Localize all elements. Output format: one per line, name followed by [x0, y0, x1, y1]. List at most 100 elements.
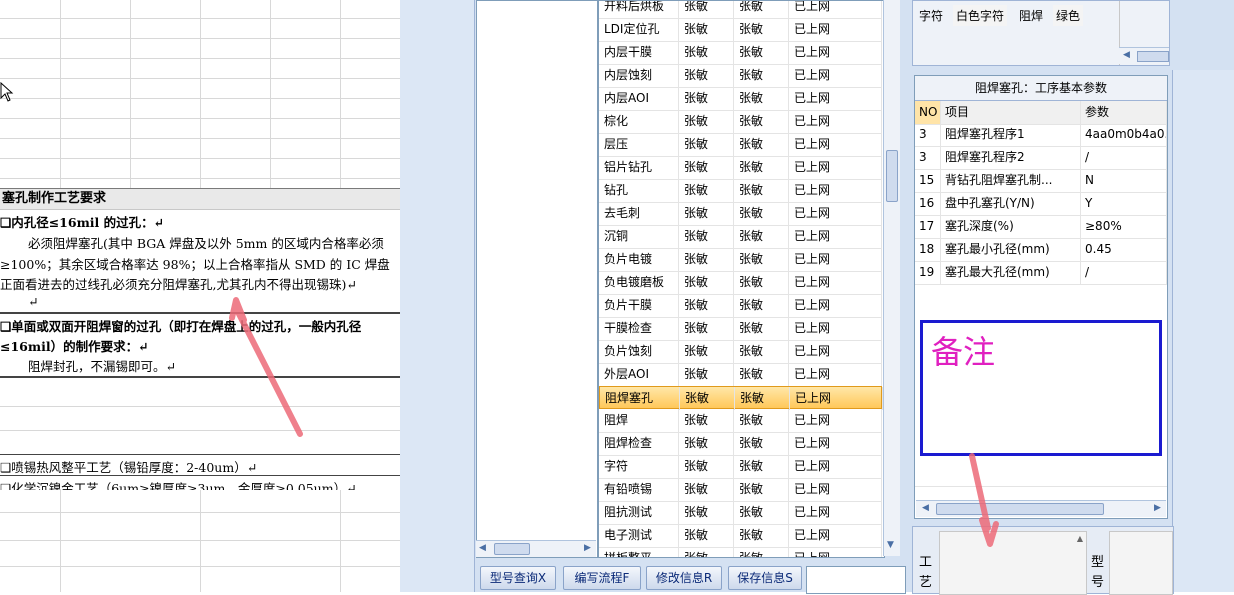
param-cell-value: N	[1081, 169, 1167, 192]
grid-line	[0, 158, 400, 159]
param-row[interactable]: 3 阻焊塞孔程序2/	[915, 146, 1167, 170]
write-flow-button[interactable]: 编写流程F	[563, 566, 641, 590]
process-row[interactable]: 内层AOI 张敏 张敏 已上网	[599, 87, 882, 111]
process-row[interactable]: 阻焊 张敏 张敏 已上网	[599, 409, 882, 433]
grid-line	[130, 0, 131, 188]
process-row[interactable]: 开料后烘板 张敏 张敏 已上网	[599, 1, 882, 19]
process-row-selected[interactable]: 阻焊塞孔 张敏 张敏 已上网	[599, 386, 883, 410]
doc-line: 必须阻焊塞孔(其中 BGA 焊盘及以外 5mm 的区域内合格率必须	[28, 236, 384, 251]
scroll-down-icon[interactable]: ▼	[887, 540, 894, 550]
process-row[interactable]: 拼板整平 张敏 张敏 已上网	[599, 547, 882, 557]
process-row[interactable]: 钻孔 张敏 张敏 已上网	[599, 179, 882, 203]
process-row[interactable]: 内层干膜 张敏 张敏 已上网	[599, 41, 882, 65]
process-row[interactable]: 字符 张敏 张敏 已上网	[599, 455, 882, 479]
process-row[interactable]: 负片电镀 张敏 张敏 已上网	[599, 248, 882, 272]
param-cell-value: 0.45	[1081, 238, 1167, 261]
doc-divider	[0, 454, 400, 455]
param-row[interactable]: 18 塞孔最小孔径(mm) 0.45	[915, 238, 1167, 262]
scroll-thumb[interactable]	[886, 150, 898, 202]
process-cell-status: 已上网	[789, 432, 882, 455]
param-cell-value: ≥80%	[1081, 215, 1167, 238]
process-cell-name: 阻焊检查	[599, 432, 679, 455]
param-cell-item: 塞孔最大孔径(mm)	[941, 261, 1081, 284]
process-cell-b: 张敏	[734, 547, 789, 557]
horizontal-scrollbar[interactable]: ◀ ▶	[476, 540, 596, 557]
param-row[interactable]: 3 阻焊塞孔程序1 4aa0m0b4a0.c	[915, 123, 1167, 147]
process-table[interactable]: 开料后烘板 张敏 张敏 已上网 LDI定位孔 张敏 张敏 已上网 内层干膜 张敏 张敏 已上网 内层蚀刻…	[598, 0, 885, 558]
process-cell-status: 已上网	[789, 202, 882, 225]
process-cell-b: 张敏	[734, 133, 789, 156]
grid-line	[340, 0, 341, 188]
process-cell-a: 张敏	[679, 455, 734, 478]
grid-line	[60, 490, 61, 592]
process-cell-b: 张敏	[734, 156, 789, 179]
horizontal-scrollbar[interactable]: ◀	[1119, 47, 1169, 64]
scroll-thumb[interactable]	[494, 543, 530, 555]
process-cell-status: 已上网	[789, 478, 882, 501]
process-row[interactable]: 内层蚀刻 张敏 张敏 已上网	[599, 64, 882, 88]
scroll-right-icon[interactable]: ▶	[1154, 503, 1161, 513]
process-row[interactable]: 去毛刺 张敏 张敏 已上网	[599, 202, 882, 226]
process-cell-b: 张敏	[734, 1, 789, 18]
splitter-pane	[400, 0, 475, 592]
grid-line	[0, 58, 400, 59]
param-cell-no: 18	[915, 238, 941, 261]
model-query-button[interactable]: 型号查询X	[480, 566, 556, 590]
param-cell-item: 塞孔最小孔径(mm)	[941, 238, 1081, 261]
process-cell-a: 张敏	[679, 317, 734, 340]
process-cell-a: 张敏	[680, 387, 735, 410]
process-row[interactable]: 负片干膜 张敏 张敏 已上网	[599, 294, 882, 318]
horizontal-scrollbar[interactable]: ◀ ▶	[916, 500, 1166, 517]
scroll-left-icon[interactable]: ◀	[479, 543, 486, 553]
process-cell-b: 张敏	[734, 340, 789, 363]
scroll-left-icon[interactable]: ◀	[922, 503, 929, 513]
remark-box[interactable]: 备注	[920, 320, 1162, 456]
param-cell-item: 阻焊塞孔程序1	[941, 123, 1081, 146]
process-row[interactable]: 阻焊检查 张敏 张敏 已上网	[599, 432, 882, 456]
modify-info-button[interactable]: 修改信息R	[646, 566, 722, 590]
process-cell-b: 张敏	[734, 501, 789, 524]
doc-line: ❑化学沉镍金工艺（6um≥镍厚度≥3um，金厚度≥0.05um）↵	[0, 481, 357, 490]
vertical-scrollbar[interactable]: ▼	[883, 0, 900, 556]
process-cell-b: 张敏	[734, 271, 789, 294]
process-cell-b: 张敏	[734, 478, 789, 501]
param-row[interactable]: 16 盘中孔塞孔(Y/N) Y	[915, 192, 1167, 216]
process-row[interactable]: 棕化 张敏 张敏 已上网	[599, 110, 882, 134]
process-cell-status: 已上网	[789, 455, 882, 478]
scroll-thumb[interactable]	[1137, 51, 1169, 62]
process-cell-status: 已上网	[789, 225, 882, 248]
process-row[interactable]: 干膜检查 张敏 张敏 已上网	[599, 317, 882, 341]
process-row[interactable]: 层压 张敏 张敏 已上网	[599, 133, 882, 157]
scroll-thumb[interactable]	[936, 503, 1104, 515]
search-input[interactable]	[806, 566, 906, 594]
process-row[interactable]: 阻抗测试 张敏 张敏 已上网	[599, 501, 882, 525]
process-cell-a: 张敏	[679, 64, 734, 87]
craft-textarea[interactable]: ▲	[939, 531, 1087, 595]
doc-divider	[0, 475, 400, 476]
model-field[interactable]	[1109, 531, 1173, 595]
attr-value: 绿色	[1053, 5, 1084, 26]
process-row[interactable]: 沉铜 张敏 张敏 已上网	[599, 225, 882, 249]
param-row[interactable]: 19 塞孔最大孔径(mm) /	[915, 261, 1167, 285]
process-cell-b: 张敏	[734, 455, 789, 478]
process-row[interactable]: 有铅喷锡 张敏 张敏 已上网	[599, 478, 882, 502]
grid-line	[0, 118, 400, 119]
scroll-left-icon[interactable]: ◀	[1123, 50, 1130, 60]
save-info-button[interactable]: 保存信息S	[728, 566, 802, 590]
process-row[interactable]: 铝片钻孔 张敏 张敏 已上网	[599, 156, 882, 180]
process-row[interactable]: 外层AOI 张敏 张敏 已上网	[599, 363, 882, 387]
model-list[interactable]	[476, 0, 598, 558]
param-row[interactable]: 17 塞孔深度(%) ≥80%	[915, 215, 1167, 239]
process-cell-a: 张敏	[679, 225, 734, 248]
scroll-right-icon[interactable]: ▶	[584, 543, 591, 553]
param-row[interactable]: 15 背钻孔阻焊塞孔制... N	[915, 169, 1167, 193]
process-row[interactable]: LDI定位孔 张敏 张敏 已上网	[599, 18, 882, 42]
process-row[interactable]: 负电镀磨板 张敏 张敏 已上网	[599, 271, 882, 295]
scroll-up-icon[interactable]: ▲	[1077, 534, 1083, 543]
process-cell-status: 已上网	[789, 294, 882, 317]
param-cell-value: Y	[1081, 192, 1167, 215]
process-row[interactable]: 负片蚀刻 张敏 张敏 已上网	[599, 340, 882, 364]
process-row[interactable]: 电子测试 张敏 张敏 已上网	[599, 524, 882, 548]
process-cell-a: 张敏	[679, 248, 734, 271]
process-cell-b: 张敏	[734, 41, 789, 64]
